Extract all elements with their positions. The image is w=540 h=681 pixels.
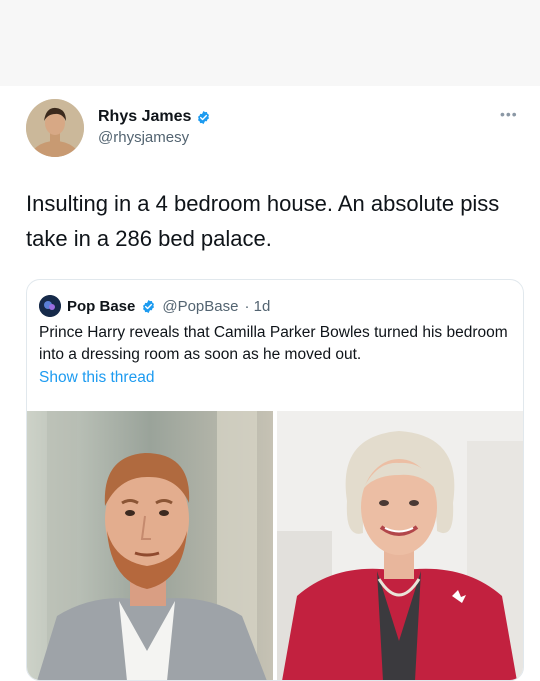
quoted-author-handle[interactable]: @PopBase [162,298,238,315]
tweet-text: Insulting in a 4 bedroom house. An absol… [26,191,500,251]
more-horizontal-icon[interactable]: ••• [500,106,518,122]
author-handle[interactable]: @rhysjamesy [98,129,189,146]
photo-prince-harry[interactable] [27,411,273,680]
top-background [0,0,540,86]
avatar[interactable] [26,99,84,157]
show-thread-link[interactable]: Show this thread [39,369,154,387]
photo-camilla[interactable] [277,411,523,680]
author-name-label[interactable]: Rhys James [98,108,191,126]
author-name[interactable]: Rhys James [98,108,211,126]
quoted-author-name[interactable]: Pop Base [67,298,135,315]
tweet: Rhys James @rhysjamesy ••• Insulting in … [0,86,540,681]
quoted-avatar[interactable] [39,295,61,317]
quoted-tweet-text: Prince Harry reveals that Camilla Parker… [39,324,508,363]
quoted-tweet-header: Pop Base @PopBase · 1d [39,295,270,317]
quoted-timestamp: · 1d [244,297,271,315]
verified-badge-icon [143,299,155,313]
quoted-tweet[interactable]: Pop Base @PopBase · 1d Prince Harry reve… [26,279,524,681]
verified-badge-icon [198,110,210,124]
